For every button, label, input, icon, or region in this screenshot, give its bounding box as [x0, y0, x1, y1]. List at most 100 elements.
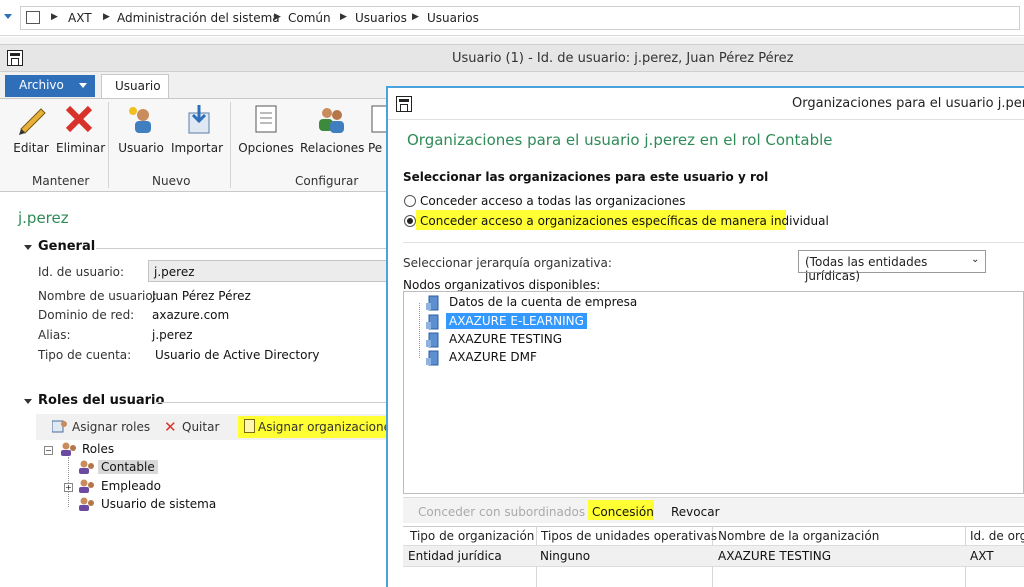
group-label-nuevo: Nuevo — [152, 174, 191, 188]
role-icon — [78, 478, 96, 497]
grid-icon[interactable] — [26, 11, 40, 24]
hierarchy-label: Seleccionar jerarquía organizativa: — [403, 256, 612, 270]
alias-value: j.perez — [152, 328, 193, 342]
new-user-button[interactable]: Usuario — [118, 103, 164, 155]
grid-cell: Ninguno — [540, 549, 591, 563]
tree-line — [419, 303, 420, 358]
breadcrumb-item[interactable]: Usuarios — [355, 11, 407, 25]
chevron-right-icon: ▶ — [103, 12, 110, 22]
new-user-label: Usuario — [118, 141, 164, 155]
org-node-icon — [426, 350, 440, 366]
org-node-icon — [426, 332, 440, 348]
radio-specific-orgs[interactable] — [404, 215, 416, 227]
role-icon — [78, 459, 96, 478]
field-label: Alias: — [38, 328, 71, 342]
import-button[interactable]: Importar — [170, 103, 224, 155]
section-roles-title[interactable]: Roles del usuario — [38, 393, 164, 408]
options-button[interactable]: Opciones — [238, 103, 294, 155]
radio-specific-orgs-label[interactable]: Conceder acceso a organizaciones específ… — [420, 214, 829, 228]
chevron-right-icon: ▶ — [274, 12, 281, 22]
delete-label: Eliminar — [56, 141, 106, 155]
chevron-right-icon: ▶ — [412, 12, 419, 22]
dialog-titlebar: Organizaciones para el usuario j.pere — [388, 88, 1024, 120]
delete-button[interactable]: Eliminar — [56, 103, 106, 155]
group-divider — [230, 102, 231, 188]
relations-button[interactable]: Relaciones — [300, 103, 365, 155]
grid-header[interactable]: Tipos de unidades operativas — [541, 529, 717, 543]
grid-cell: AXT — [970, 549, 994, 563]
field-label: Dominio de red: — [38, 308, 135, 322]
window-titlebar: Usuario (1) - Id. de usuario: j.perez, J… — [0, 44, 1024, 72]
grant-button[interactable]: Concesión — [592, 505, 654, 519]
relations-label: Relaciones — [300, 141, 365, 155]
org-node-item[interactable]: AXAZURE DMF — [449, 350, 537, 364]
grant-with-children-button[interactable]: Conceder con subordinados — [418, 505, 585, 519]
tree-item-empleado[interactable]: Empleado — [101, 479, 161, 493]
pencil-icon — [15, 103, 47, 135]
breadcrumb-item[interactable]: AXT — [68, 11, 92, 25]
tab-archivo-label: Archivo — [19, 78, 64, 92]
tree-line — [68, 457, 69, 507]
grid-header[interactable]: Id. de orga — [970, 529, 1024, 543]
org-node-icon — [426, 295, 440, 311]
window-title: Usuario (1) - Id. de usuario: j.perez, J… — [452, 51, 794, 66]
hierarchy-select[interactable]: (Todas las entidades jurídicas) ⌄ — [798, 250, 986, 283]
tab-archivo[interactable]: Archivo — [5, 75, 95, 97]
group-label-mantener: Mantener — [32, 174, 90, 188]
breadcrumb-item[interactable]: Usuarios — [427, 11, 479, 25]
user-name-value: Juan Pérez Pérez — [152, 289, 251, 303]
tree-expand-icon[interactable]: + — [64, 483, 73, 492]
import-icon — [181, 103, 213, 135]
chevron-down-icon: ⌄ — [971, 254, 980, 265]
more-button[interactable]: Pe — [368, 103, 388, 155]
collapse-icon[interactable] — [24, 245, 32, 250]
assign-organizations-button[interactable]: Asignar organizaciones — [258, 420, 397, 434]
org-node-item[interactable]: Datos de la cuenta de empresa — [449, 295, 637, 309]
tree-item-contable[interactable]: Contable — [98, 460, 158, 474]
revoke-button[interactable]: Revocar — [671, 505, 720, 519]
grid-header[interactable]: Tipo de organización — [410, 529, 534, 543]
remove-button[interactable]: Quitar — [182, 420, 219, 434]
section-title: Seleccionar las organizaciones para este… — [403, 170, 769, 184]
chevron-right-icon: ▶ — [340, 12, 347, 22]
nav-dropdown-icon[interactable] — [4, 14, 12, 19]
roles-group-icon — [60, 441, 78, 460]
relations-users-icon — [315, 103, 347, 135]
assign-orgs-icon — [244, 419, 255, 433]
tree-collapse-icon[interactable]: − — [44, 446, 53, 455]
edit-button[interactable]: Editar — [10, 103, 52, 155]
grid-cell: Entidad jurídica — [408, 549, 502, 563]
tree-item-usuario-sistema[interactable]: Usuario de sistema — [101, 497, 216, 511]
chevron-right-icon: ▶ — [51, 12, 58, 22]
grid-cell: AXAZURE TESTING — [718, 549, 832, 563]
org-node-item-selected[interactable]: AXAZURE E-LEARNING — [446, 313, 587, 329]
breadcrumb-item[interactable]: Administración del sistema — [117, 11, 280, 25]
breadcrumb-item[interactable]: Común — [288, 11, 331, 25]
dialog-title: Organizaciones para el usuario j.pere — [792, 96, 1024, 111]
section-general-title[interactable]: General — [38, 239, 95, 254]
account-type-value: Usuario de Active Directory — [155, 348, 320, 362]
group-divider — [108, 102, 109, 188]
app-window-icon — [396, 96, 412, 112]
chevron-down-icon — [79, 83, 87, 88]
dialog-heading: Organizaciones para el usuario j.perez e… — [407, 131, 833, 149]
document-icon — [368, 103, 388, 135]
collapse-icon[interactable] — [24, 399, 32, 404]
divider — [403, 242, 1024, 243]
tab-usuario[interactable]: Usuario — [101, 74, 169, 99]
radio-all-orgs[interactable] — [404, 195, 416, 207]
address-bar: ▶ AXT ▶ Administración del sistema ▶ Com… — [0, 0, 1024, 36]
radio-all-orgs-label[interactable]: Conceder acceso a todas las organizacion… — [420, 194, 686, 208]
domain-value: axazure.com — [152, 308, 230, 322]
field-label: Id. de usuario: — [38, 265, 125, 279]
org-node-item[interactable]: AXAZURE TESTING — [449, 332, 562, 346]
delete-x-icon — [63, 103, 95, 135]
user-new-icon — [125, 103, 157, 135]
field-label: Nombre de usuario: — [38, 289, 157, 303]
assign-roles-icon — [51, 419, 68, 433]
grid-header[interactable]: Nombre de la organización — [718, 529, 879, 543]
import-label: Importar — [170, 141, 224, 155]
assign-roles-button[interactable]: Asignar roles — [72, 420, 150, 434]
tree-root-roles[interactable]: Roles — [82, 442, 114, 456]
group-label-configurar: Configurar — [295, 174, 359, 188]
